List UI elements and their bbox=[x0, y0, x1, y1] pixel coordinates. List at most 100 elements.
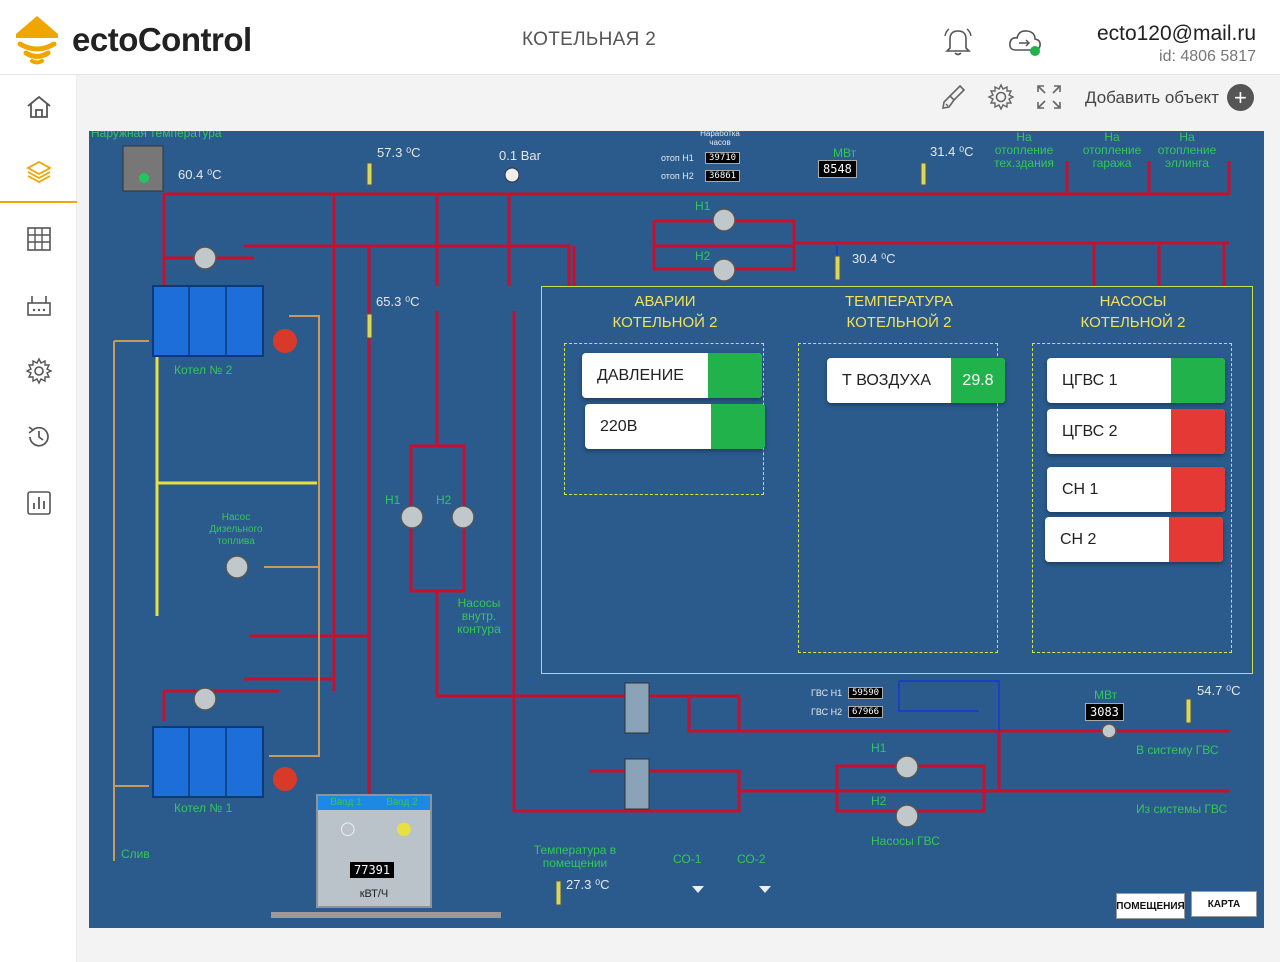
heating-garage-label: На отопление гаража bbox=[1082, 131, 1142, 170]
gear-icon[interactable] bbox=[986, 82, 1016, 112]
home-icon bbox=[26, 95, 51, 118]
plus-icon: + bbox=[1226, 84, 1254, 111]
sidebar bbox=[0, 75, 77, 962]
sidebar-item-table[interactable] bbox=[0, 209, 77, 269]
controller-icon bbox=[26, 296, 51, 316]
brand-name: ectoControl bbox=[72, 21, 252, 58]
grid-icon bbox=[26, 227, 51, 251]
check-icon bbox=[582, 353, 762, 398]
pump-h1-inner-label: Н1 bbox=[385, 493, 401, 507]
mw-bottom-value: 3083 bbox=[1085, 703, 1124, 721]
settings-icon bbox=[24, 357, 53, 385]
logo-mark-icon bbox=[16, 16, 58, 65]
to-dhw-label: В систему ГВС bbox=[1136, 743, 1219, 757]
diesel-pump-label: Насос Дизельного топлива bbox=[209, 512, 263, 547]
supply-temp-value: 57.3 ⁰C bbox=[377, 145, 421, 160]
pipe-temp-value: 30.4 ⁰C bbox=[852, 251, 896, 266]
mw-top-value: 8548 bbox=[818, 160, 857, 178]
sidebar-item-controllers[interactable] bbox=[0, 275, 77, 335]
check-icon bbox=[585, 404, 765, 449]
dhw-hours-h1-value: 59590 bbox=[848, 687, 884, 699]
dhw-pumps-label: Насосы ГВС bbox=[871, 834, 940, 848]
pump-sn1-card[interactable]: СН 1 bbox=[1047, 467, 1225, 512]
pump-h2-top-label: Н2 bbox=[695, 249, 711, 263]
check-icon bbox=[1047, 409, 1225, 454]
user-id: id: 4806 5817 bbox=[1159, 48, 1256, 65]
from-dhw-label: Из системы ГВС bbox=[1136, 802, 1228, 816]
temperature-title: ТЕМПЕРАТУРА КОТЕЛЬНОЙ 2 bbox=[845, 293, 953, 331]
sidebar-item-settings[interactable] bbox=[0, 341, 77, 401]
temp-label: Т ВОЗДУХА bbox=[842, 371, 931, 389]
dhw-temp-value: 54.7 ⁰C bbox=[1197, 683, 1241, 698]
alarms-title: АВАРИИ КОТЕЛЬНОЙ 2 bbox=[612, 293, 718, 331]
add-object-label: Добавить объект bbox=[1085, 87, 1219, 107]
pump-h2-dhw-label: Н2 bbox=[871, 794, 887, 808]
history-icon bbox=[28, 426, 49, 447]
sidebar-item-history[interactable] bbox=[0, 407, 77, 467]
brush-icon[interactable] bbox=[938, 82, 968, 112]
notification-bell-icon[interactable] bbox=[941, 24, 975, 58]
heating-slipway-label: На отопление эллинга bbox=[1157, 131, 1217, 170]
alarm-label: 220В bbox=[600, 417, 638, 435]
brand-logo[interactable]: ectoControl bbox=[12, 14, 252, 66]
inner-pumps-label: Насосы внутр. контура bbox=[457, 596, 501, 636]
pump-label: ЦГВС 1 bbox=[1062, 371, 1118, 389]
pump-h2-inner-label: Н2 bbox=[436, 493, 452, 507]
hours-h1-label: отоп Н1 bbox=[661, 153, 694, 163]
hours-h2-label: отоп Н2 bbox=[661, 171, 694, 181]
pump-h1-top-label: Н1 bbox=[695, 199, 711, 213]
add-object-button[interactable]: Добавить объект + bbox=[1085, 84, 1254, 111]
sidebar-item-home[interactable] bbox=[0, 77, 77, 137]
pump-cgvs2-card[interactable]: ЦГВС 2 bbox=[1047, 409, 1225, 454]
heating-temp-value: 31.4 ⁰C bbox=[930, 144, 974, 159]
status-overlay: АВАРИИ КОТЕЛЬНОЙ 2 ТЕМПЕРАТУРА КОТЕЛЬНОЙ 2… bbox=[541, 286, 1253, 674]
pressure-value: 0.1 Bar bbox=[499, 148, 541, 163]
mw-bottom-label: МВт bbox=[1094, 688, 1118, 702]
layers-icon bbox=[25, 160, 52, 184]
check-icon bbox=[1047, 358, 1225, 403]
boiler-2-label: Котел № 2 bbox=[174, 363, 233, 377]
chart-icon bbox=[26, 491, 51, 515]
check-icon bbox=[1045, 517, 1223, 562]
meter-input-1: Ввод 1 bbox=[330, 797, 362, 808]
hours-h2-value: 36861 bbox=[705, 170, 741, 182]
dhw-hours-h2-label: ГВС Н2 bbox=[811, 707, 843, 717]
alarm-label: ДАВЛЕНИЕ bbox=[597, 366, 684, 384]
co2-label: СО-2 bbox=[737, 852, 766, 866]
user-email[interactable]: ecto120@mail.ru bbox=[1097, 22, 1256, 46]
map-button[interactable]: КАРТА bbox=[1191, 891, 1257, 917]
fullscreen-icon[interactable] bbox=[1034, 82, 1064, 112]
check-icon bbox=[1047, 467, 1225, 512]
sidebar-item-objects[interactable] bbox=[0, 143, 77, 203]
room-temp-label: Температура в помещении bbox=[533, 843, 617, 870]
temp-value: 29.8 bbox=[951, 358, 1005, 403]
alarm-220v-card[interactable]: 220В bbox=[585, 404, 765, 449]
dhw-hours-h2-value: 67966 bbox=[848, 706, 884, 718]
room-temp-value: 27.3 ⁰C bbox=[566, 877, 610, 892]
meter-value: 77391 bbox=[350, 862, 395, 878]
pump-sn2-card[interactable]: СН 2 bbox=[1045, 517, 1223, 562]
pump-cgvs1-card[interactable]: ЦГВС 1 bbox=[1047, 358, 1225, 403]
rooms-button[interactable]: ПОМЕЩЕНИЯ bbox=[1116, 893, 1185, 919]
boiler-room-scheme: Наружная температура 60.4 ⁰C 57.3 ⁰C 0.1… bbox=[89, 131, 1264, 928]
pumps-title: НАСОСЫ КОТЕЛЬНОЙ 2 bbox=[1080, 293, 1186, 331]
cloud-connection-icon[interactable] bbox=[1007, 24, 1041, 58]
meter-unit: кВТ/Ч bbox=[359, 888, 389, 900]
alarm-pressure-card[interactable]: ДАВЛЕНИЕ bbox=[582, 353, 762, 398]
boiler-1-label: Котел № 1 bbox=[174, 801, 233, 815]
mw-top-label: МВт bbox=[833, 146, 857, 160]
pump-h1-dhw-label: Н1 bbox=[871, 741, 887, 755]
lamp-on-icon: ● bbox=[396, 818, 412, 839]
air-temp-card[interactable]: Т ВОЗДУХА 29.8 bbox=[827, 358, 1005, 403]
drain-label: Слив bbox=[121, 847, 150, 861]
hours-label: Наработка часов bbox=[700, 131, 740, 147]
heating-tech-label: На отопление тех.здания bbox=[994, 131, 1054, 170]
pump-label: ЦГВС 2 bbox=[1062, 422, 1118, 440]
boiler-temp-value: 65.3 ⁰C bbox=[376, 294, 420, 309]
sidebar-item-reports[interactable] bbox=[0, 473, 77, 533]
lamp-off-icon: ○ bbox=[340, 818, 356, 839]
meter-input-2: Ввод 2 bbox=[386, 797, 418, 808]
dhw-hours-h1-label: ГВС Н1 bbox=[811, 688, 843, 698]
pump-label: СН 2 bbox=[1060, 530, 1097, 548]
page-title: КОТЕЛЬНАЯ 2 bbox=[522, 29, 657, 50]
